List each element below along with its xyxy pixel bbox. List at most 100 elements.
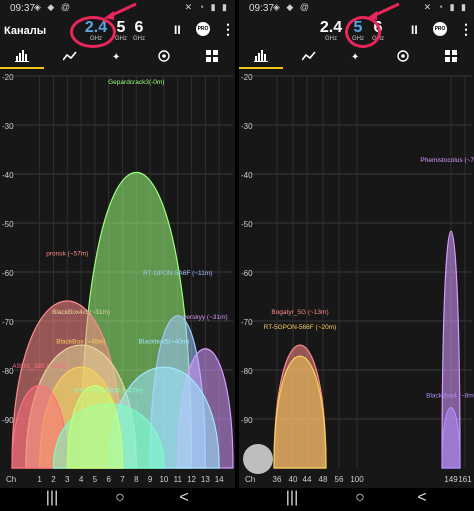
x-tick-label: 8 <box>134 475 139 484</box>
pro-badge[interactable]: PRO <box>196 22 210 36</box>
back-button[interactable]: < <box>172 489 196 509</box>
dashboard-icon <box>445 50 457 62</box>
pause-button[interactable]: II <box>411 23 418 37</box>
network-label: pronsk (~57m) <box>46 250 88 257</box>
network-label: Bogatyr_5G (~13m) <box>271 309 328 316</box>
svg-text:✦: ✦ <box>112 52 120 62</box>
tab-channels[interactable] <box>0 44 44 70</box>
x-tick-label: 12 <box>187 475 196 484</box>
overflow-menu-button[interactable]: ⋮ <box>459 21 473 38</box>
y-tick-label: -50 <box>2 220 14 229</box>
y-tick-label: -70 <box>2 318 14 327</box>
system-icons: ✕ ◔ ▮ ▮ <box>184 2 229 12</box>
y-tick-label: -90 <box>2 416 14 425</box>
x-tick-label: 13 <box>201 475 210 484</box>
network-label: Gepardcrack3(-0m) <box>108 79 164 86</box>
right-panel: 09:37 ◈ ◆ @ ✕ ◔ ▮ ▮ 2.4 GHz 5 GHz 6 GHz … <box>239 0 474 488</box>
access-point-icon <box>158 50 170 62</box>
network-label: Phemistocolus (~7m) <box>420 157 474 164</box>
annotation-arrow <box>104 2 137 20</box>
network-label: ASUS_380 (~40m) <box>12 363 67 370</box>
x-tick-label: 5 <box>93 475 98 484</box>
channel-chart: -20-30-40-50-60-70-80-901 2 3 4 5 6 7 8 9 10 11 12 1… <box>2 73 234 484</box>
network-label: BlackBox (~45m) <box>56 339 106 346</box>
tab-access-points[interactable] <box>142 44 186 70</box>
x-tick-label: 7 <box>120 475 125 484</box>
x-tick-label: 161 <box>458 475 472 484</box>
tab-channels[interactable] <box>239 44 283 70</box>
pause-button[interactable]: II <box>174 23 181 37</box>
network-label: verskyy (~31m) <box>183 314 228 321</box>
tab-dashboard[interactable] <box>190 44 234 70</box>
band-5-toggle[interactable]: 5 GHz <box>114 19 128 42</box>
status-bar: 09:37 ◈ ◆ @ ✕ ◔ ▮ ▮ <box>239 0 474 18</box>
tab-graph[interactable] <box>48 44 92 70</box>
access-point-icon <box>397 50 409 62</box>
y-tick-label: -40 <box>241 171 253 180</box>
status-time: 09:37 <box>249 3 275 14</box>
channel-chart: -20 -30 -40 -50 -60 -70 -80 -90 36 40 44 48 56 100 149… <box>241 73 474 484</box>
band-unit: GHz <box>325 36 337 42</box>
network-signal-arc <box>273 355 327 469</box>
graph-icon <box>62 51 77 61</box>
pro-badge[interactable]: PRO <box>433 22 447 36</box>
back-button[interactable]: < <box>410 489 434 509</box>
notification-icons: ◈ ◆ @ <box>34 2 72 12</box>
x-tick-label: 1 <box>37 475 42 484</box>
band-2-4-toggle[interactable]: 2.4 GHz <box>319 19 343 42</box>
network-label: Blackbox5(~40m) <box>139 339 190 346</box>
x-axis-label: Ch <box>245 475 255 484</box>
recents-button[interactable]: ||| <box>40 489 64 509</box>
status-time: 09:37 <box>10 3 36 14</box>
band-unit: GHz <box>115 36 127 42</box>
home-button[interactable]: ○ <box>348 489 372 509</box>
tab-channel-rating[interactable]: ✦ <box>96 44 140 70</box>
network-label: BlackBox4 (~8m) <box>426 392 474 399</box>
system-icons: ✕ ◔ ▮ ▮ <box>423 2 468 12</box>
touch-indicator <box>243 444 273 474</box>
channel-rating-icon: ✦ <box>351 52 359 63</box>
y-tick-label: -50 <box>241 220 253 229</box>
x-tick-label: 100 <box>350 475 364 484</box>
x-tick-label: 2 <box>51 475 56 484</box>
network-label: RT-GPON-5A6F (~11m) <box>143 270 212 277</box>
y-tick-label: -90 <box>241 416 253 425</box>
x-tick-label: 3 <box>65 475 70 484</box>
y-tick-label: -80 <box>241 367 253 376</box>
x-tick-label: 4 <box>79 475 84 484</box>
x-tick-label: 9 <box>148 475 153 484</box>
y-tick-label: -30 <box>2 122 14 131</box>
network-label: RT-5GPON-566F (~20m) <box>264 324 337 331</box>
band-unit: GHz <box>133 36 145 42</box>
x-tick-label: 56 <box>335 475 344 484</box>
overflow-menu-button[interactable]: ⋮ <box>221 21 235 38</box>
tab-bar: ✦ <box>0 44 235 70</box>
system-nav-bar: ||| ○ < ||| ○ < <box>0 488 474 511</box>
y-tick-label: -70 <box>241 318 253 327</box>
annotation-arrow <box>367 2 400 20</box>
band-6-toggle[interactable]: 6 GHz <box>132 19 146 42</box>
tab-channel-rating[interactable]: ✦ <box>335 44 379 70</box>
x-tick-label: 48 <box>319 475 328 484</box>
x-tick-label: 36 <box>273 475 282 484</box>
y-tick-label: -30 <box>241 122 253 131</box>
y-tick-label: -40 <box>2 171 14 180</box>
page-title: Каналы <box>4 25 47 37</box>
bar-chart-icon <box>15 50 29 62</box>
home-button[interactable]: ○ <box>108 489 132 509</box>
recents-button[interactable]: ||| <box>280 489 304 509</box>
y-tick-label: -60 <box>241 269 253 278</box>
notification-icons: ◈ ◆ @ <box>273 2 311 12</box>
x-tick-label: 149 <box>444 475 458 484</box>
x-tick-label: 6 <box>106 475 111 484</box>
graph-icon <box>301 51 316 61</box>
left-panel: 09:37 ◈ ◆ @ ✕ ◔ ▮ ▮ Каналы 2.4 GHz 5 GHz… <box>0 0 235 488</box>
y-tick-label: -60 <box>2 269 14 278</box>
x-tick-label: 40 <box>289 475 298 484</box>
tab-access-points[interactable] <box>381 44 425 70</box>
channel-rating-icon: ✦ <box>112 52 120 63</box>
dashboard-icon <box>206 50 218 62</box>
x-axis-label: Ch <box>6 475 16 484</box>
tab-dashboard[interactable] <box>429 44 473 70</box>
tab-graph[interactable] <box>287 44 331 70</box>
